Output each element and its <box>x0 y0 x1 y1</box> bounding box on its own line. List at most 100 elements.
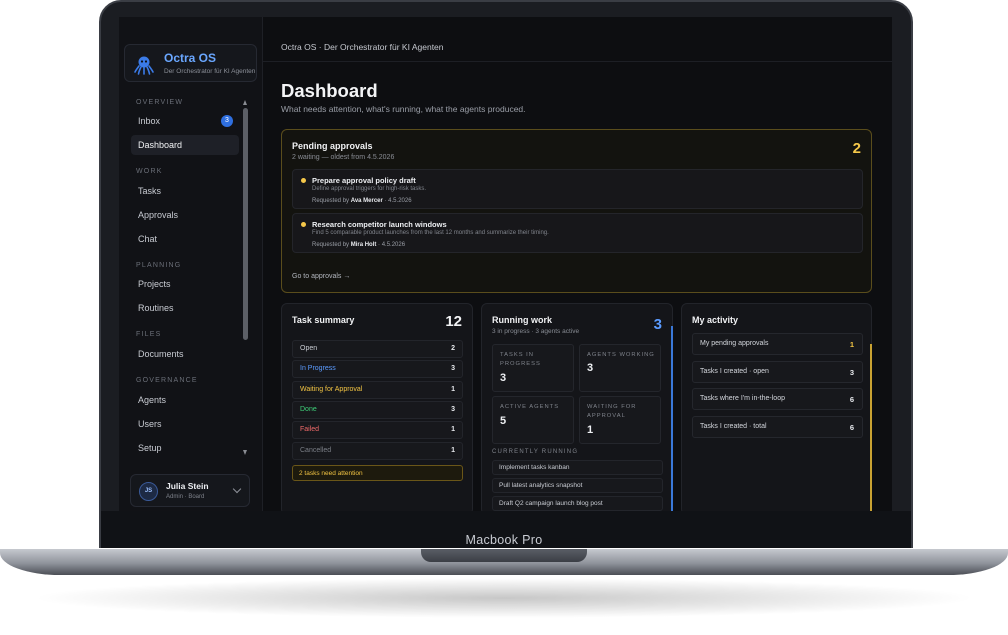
stat-value: 3 <box>587 362 594 374</box>
task-status-row[interactable]: Failed 1 <box>292 421 463 440</box>
stat-value: 1 <box>587 424 594 436</box>
status-label: Cancelled <box>300 446 332 454</box>
sidebar-item-label: Routines <box>138 303 174 313</box>
sidebar-item-tasks[interactable]: Tasks <box>131 181 239 201</box>
app-screen: Octra OS Der Orchestrator für KI Agenten… <box>119 17 892 511</box>
sidebar-item-documents[interactable]: Documents <box>131 344 239 364</box>
scrollbar-thumb[interactable] <box>243 108 248 340</box>
page-subtitle: What needs attention, what's running, wh… <box>281 104 526 114</box>
status-count: 3 <box>451 405 455 413</box>
header-bar: Octra OS · Der Orchestrator für KI Agent… <box>263 17 892 62</box>
request-date: · 4.5.2026 <box>378 242 406 248</box>
user-menu[interactable]: JS Julia Stein Admin · Board <box>130 474 250 507</box>
approval-title: Research competitor launch windows <box>312 220 447 229</box>
chevron-down-icon <box>232 484 242 494</box>
my-activity-card: My activity My pending approvals 1 Tasks I… <box>681 303 872 511</box>
approval-requester: Requested by Ava Mercer · 4.5.2026 <box>312 198 412 204</box>
request-date: · 4.5.2026 <box>384 198 412 204</box>
user-name: Julia Stein <box>166 481 209 491</box>
scroll-up-arrow-icon[interactable] <box>243 100 247 105</box>
sidebar-item-label: Tasks <box>138 186 162 196</box>
app-tagline: Der Orchestrator für KI Agenten <box>164 68 256 75</box>
stat-label: TASKS IN PROGRESS <box>500 352 541 367</box>
laptop-shadow <box>30 578 978 618</box>
activity-count: 3 <box>849 367 854 377</box>
sidebar-item-users[interactable]: Users <box>131 414 239 434</box>
stat-value: 5 <box>500 415 507 427</box>
activity-row[interactable]: My pending approvals 1 <box>692 333 863 355</box>
card-accent-bar <box>870 344 872 511</box>
running-task-item[interactable]: Draft Q2 campaign launch blog post <box>492 496 663 511</box>
section-work: WORK <box>136 168 163 175</box>
sidebar-item-dashboard[interactable]: Dashboard <box>131 135 239 155</box>
sidebar-item-label: Approvals <box>138 210 179 220</box>
task-status-row[interactable]: In Progress 3 <box>292 360 463 379</box>
sidebar-item-chat[interactable]: Chat <box>131 229 239 249</box>
sidebar-item-inbox[interactable]: Inbox 3 <box>131 111 239 131</box>
card-title: Running work <box>492 315 552 325</box>
approval-title: Prepare approval policy draft <box>312 176 416 185</box>
laptop-notch <box>421 549 587 562</box>
task-status-row[interactable]: Cancelled 1 <box>292 441 463 460</box>
status-label: In Progress <box>300 365 336 373</box>
go-to-approvals-link[interactable]: Go to approvals → <box>292 273 350 280</box>
page-title: Dashboard <box>281 80 378 101</box>
task-status-row[interactable]: Waiting for Approval 1 <box>292 380 463 399</box>
stat-active-agents: ACTIVE AGENTS 5 <box>492 396 574 444</box>
scroll-down-arrow-icon[interactable] <box>243 450 247 455</box>
task-status-row[interactable]: Done 3 <box>292 400 463 419</box>
activity-label: Tasks I created · total <box>700 422 767 430</box>
sidebar-item-setup[interactable]: Setup <box>131 438 239 458</box>
panel-title: Pending approvals <box>292 141 373 151</box>
activity-row[interactable]: Tasks where I'm in-the-loop 6 <box>692 388 863 410</box>
stat-tasks-in-progress: TASKS IN PROGRESS 3 <box>492 344 574 392</box>
status-count: 1 <box>451 426 455 434</box>
approval-item[interactable]: Prepare approval policy draft Define app… <box>292 169 863 209</box>
sidebar-item-agents[interactable]: Agents <box>131 390 239 410</box>
card-accent-bar <box>671 326 673 511</box>
panel-subtitle: 2 waiting — oldest from 4.5.2026 <box>292 154 395 161</box>
attention-alert[interactable]: 2 tasks need attention <box>292 465 463 481</box>
requester-name: Ava Mercer <box>350 198 383 204</box>
section-files: FILES <box>136 331 162 338</box>
status-count: 1 <box>451 385 455 393</box>
card-title: Task summary <box>292 315 355 325</box>
sidebar-item-approvals[interactable]: Approvals <box>131 205 239 225</box>
status-count: 3 <box>451 365 455 373</box>
running-count: 3 <box>653 316 662 333</box>
section-overview: OVERVIEW <box>136 99 184 106</box>
currently-running-label: CURRENTLY RUNNING <box>492 449 579 455</box>
activity-count: 6 <box>849 422 854 432</box>
activity-label: Tasks I created · open <box>700 367 769 375</box>
running-work-card: Running work 3 in progress · 3 agents ac… <box>481 303 673 511</box>
activity-count: 6 <box>849 395 854 404</box>
stat-label: ACTIVE AGENTS <box>500 404 560 410</box>
running-task-item[interactable]: Pull latest analytics snapshot <box>492 478 663 493</box>
section-governance: GOVERNANCE <box>136 377 198 384</box>
app-logo-card[interactable]: Octra OS Der Orchestrator für KI Agenten <box>124 44 257 82</box>
status-count: 1 <box>451 446 455 454</box>
task-summary-card: Task summary 12 Open 2 In Progress 3 Waiting… <box>281 303 473 511</box>
sidebar-scrollbar[interactable] <box>243 100 248 455</box>
requested-by-label: Requested by <box>312 198 350 204</box>
card-subtitle: 3 in progress · 3 agents active <box>492 328 580 335</box>
requester-name: Mira Holt <box>350 242 377 248</box>
sidebar-item-label: Agents <box>138 395 167 405</box>
task-status-row[interactable]: Open 2 <box>292 340 463 358</box>
pending-approvals-panel: Pending approvals 2 waiting — oldest fro… <box>281 129 872 293</box>
status-label: Done <box>300 405 317 413</box>
pending-dot-icon <box>301 178 306 183</box>
approval-item[interactable]: Research competitor launch windows Find … <box>292 213 863 253</box>
activity-row[interactable]: Tasks I created · open 3 <box>692 360 863 383</box>
sidebar-item-routines[interactable]: Routines <box>131 298 239 318</box>
sidebar-item-label: Setup <box>138 443 162 453</box>
approval-description: Define approval triggers for high-risk t… <box>312 186 427 192</box>
sidebar-item-projects[interactable]: Projects <box>131 274 239 294</box>
running-task-item[interactable]: Implement tasks kanban <box>492 460 663 475</box>
activity-label: My pending approvals <box>700 340 769 347</box>
app-name: Octra OS <box>164 51 217 65</box>
user-role: Admin · Board <box>166 494 205 500</box>
sidebar-item-label: Documents <box>138 349 184 359</box>
activity-row[interactable]: Tasks I created · total 6 <box>692 415 863 438</box>
stat-label: WAITING FOR APPROVAL <box>587 404 637 419</box>
